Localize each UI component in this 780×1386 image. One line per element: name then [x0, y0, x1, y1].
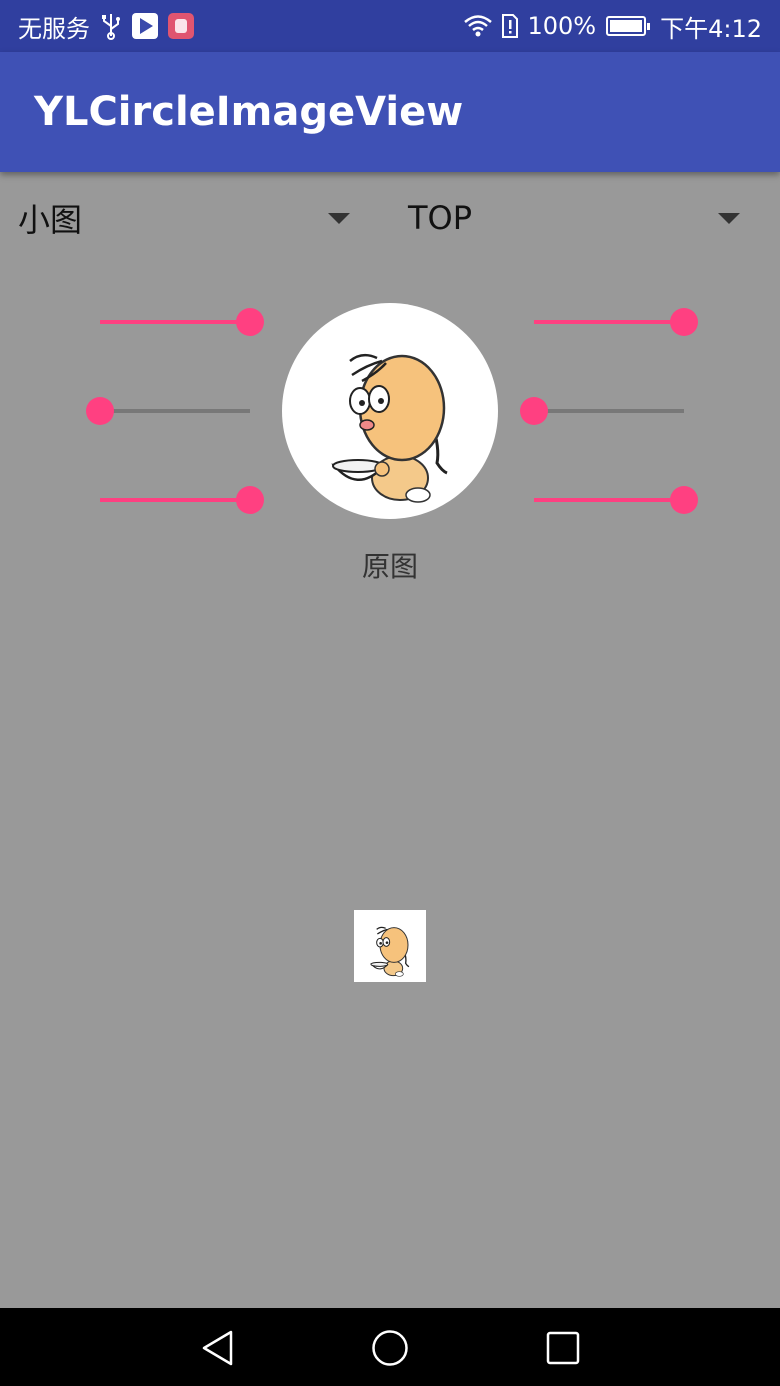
- slider-left-bottom[interactable]: [92, 482, 264, 518]
- back-icon[interactable]: [198, 1328, 238, 1368]
- slider-track: [100, 409, 250, 413]
- slider-thumb[interactable]: [236, 486, 264, 514]
- slider-thumb[interactable]: [670, 308, 698, 336]
- slider-fill: [534, 320, 684, 324]
- wifi-icon: [463, 14, 493, 38]
- clock: 下午4:12: [660, 14, 762, 43]
- home-icon[interactable]: [370, 1328, 410, 1368]
- app-toolbar: YLCircleImageView: [0, 52, 780, 172]
- slider-left-top[interactable]: [92, 304, 264, 340]
- slider-thumb[interactable]: [670, 486, 698, 514]
- recents-icon[interactable]: [543, 1328, 583, 1368]
- battery-icon: [606, 16, 651, 36]
- slider-right-middle[interactable]: [520, 393, 696, 429]
- cartoon-character-thumbnail: [370, 926, 410, 977]
- slider-fill: [100, 498, 250, 502]
- image-caption: 原图: [361, 550, 418, 583]
- app-icon: [168, 13, 194, 39]
- status-bar: 无服务 100% 下午4:12: [0, 0, 780, 52]
- video-app-icon: [132, 13, 158, 39]
- usb-icon: [100, 12, 122, 40]
- scale-type-value: TOP: [408, 199, 473, 237]
- image-size-spinner[interactable]: 小图: [18, 190, 358, 246]
- battery-percent: 100%: [527, 12, 597, 40]
- app-title: YLCircleImageView: [34, 89, 464, 135]
- small-image-preview: [354, 910, 426, 982]
- navigation-bar: [0, 1308, 780, 1386]
- slider-thumb[interactable]: [520, 397, 548, 425]
- slider-thumb[interactable]: [236, 308, 264, 336]
- sim-alert-icon: [501, 13, 519, 39]
- slider-right-top[interactable]: [526, 304, 698, 340]
- battery-fill: [610, 20, 643, 32]
- slider-track: [534, 409, 684, 413]
- dropdown-arrow-icon: [718, 213, 740, 224]
- image-size-value: 小图: [18, 201, 83, 239]
- slider-left-middle[interactable]: [86, 393, 262, 429]
- dropdown-arrow-icon: [328, 213, 350, 224]
- slider-right-bottom[interactable]: [526, 482, 698, 518]
- slider-thumb[interactable]: [86, 397, 114, 425]
- slider-fill: [534, 498, 684, 502]
- cartoon-character-illustration: [331, 353, 448, 503]
- slider-fill: [100, 320, 250, 324]
- scale-type-spinner[interactable]: TOP: [408, 190, 748, 246]
- carrier-status: 无服务: [18, 14, 90, 43]
- circle-image-view: [282, 303, 498, 519]
